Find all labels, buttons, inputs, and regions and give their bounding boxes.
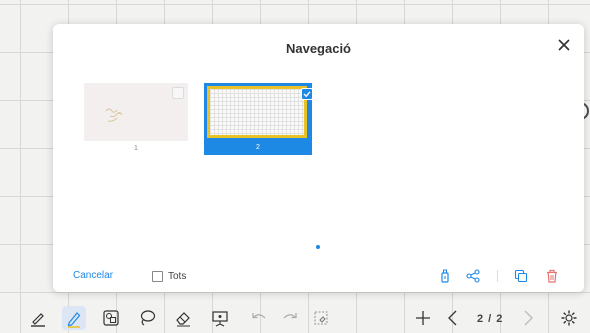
navigation-dialog: Navegació 1 2 Cancelar Tots [53, 24, 584, 292]
pen-tool[interactable] [28, 308, 48, 328]
undo-icon [252, 313, 266, 319]
trash-icon [547, 269, 557, 283]
dialog-footer: Cancelar Tots [53, 262, 584, 290]
pencil-icon [67, 312, 81, 328]
share-icon [466, 269, 480, 283]
page-thumbnail-1[interactable]: 1 [84, 83, 188, 156]
thumbnail-checkbox-checked[interactable] [301, 88, 313, 100]
presentation-icon [212, 311, 228, 327]
usb-icon [441, 269, 449, 283]
redo-button[interactable] [280, 308, 300, 328]
thumbnail-checkbox[interactable] [172, 87, 184, 99]
checkbox-box[interactable] [152, 270, 163, 282]
clear-page-icon [314, 311, 328, 325]
eraser-tool[interactable] [173, 308, 193, 328]
add-page-button[interactable] [413, 308, 433, 328]
chevron-right-icon [524, 310, 533, 326]
delete-button[interactable] [544, 268, 560, 284]
page-thumbnail-2[interactable]: 2 [204, 83, 313, 156]
thumbnail-image [84, 83, 188, 141]
select-all-label: Tots [168, 270, 187, 282]
pencil-tool[interactable] [62, 306, 86, 330]
dialog-title: Navegació [285, 41, 352, 56]
close-icon [558, 39, 570, 51]
thumbnail-number: 2 [204, 141, 312, 155]
lasso-icon [140, 310, 156, 326]
clear-page-tool[interactable] [311, 308, 331, 328]
cancel-button[interactable]: Cancelar [73, 270, 113, 281]
shapes-icon [103, 310, 119, 326]
thumbnail-image [204, 83, 313, 141]
thumbnail-grid-preview [207, 86, 307, 138]
duplicate-button[interactable] [513, 268, 529, 284]
footer-divider [497, 270, 498, 282]
redo-icon [283, 313, 297, 319]
pagination-dot[interactable] [316, 245, 320, 249]
close-button[interactable] [556, 37, 572, 53]
gear-icon [561, 310, 577, 326]
thumbnail-number: 1 [134, 145, 138, 152]
bottom-toolbar: 2 / 2 [0, 303, 590, 333]
check-icon [303, 91, 311, 98]
eraser-icon [176, 312, 190, 327]
pen-icon [31, 313, 45, 327]
chevron-left-icon [448, 310, 457, 326]
share-button[interactable] [465, 268, 481, 284]
select-all-checkbox[interactable]: Tots [152, 269, 186, 283]
presentation-tool[interactable] [210, 308, 230, 328]
lasso-tool[interactable] [137, 308, 157, 328]
next-page-button[interactable] [518, 308, 538, 328]
page-indicator[interactable]: 2 / 2 [477, 313, 503, 325]
undo-button[interactable] [249, 308, 269, 328]
shapes-tool[interactable] [101, 308, 121, 328]
plus-icon [416, 311, 430, 325]
settings-button[interactable] [559, 308, 579, 328]
duplicate-icon [514, 269, 528, 283]
previous-page-button[interactable] [443, 308, 463, 328]
export-usb-button[interactable] [437, 268, 453, 284]
